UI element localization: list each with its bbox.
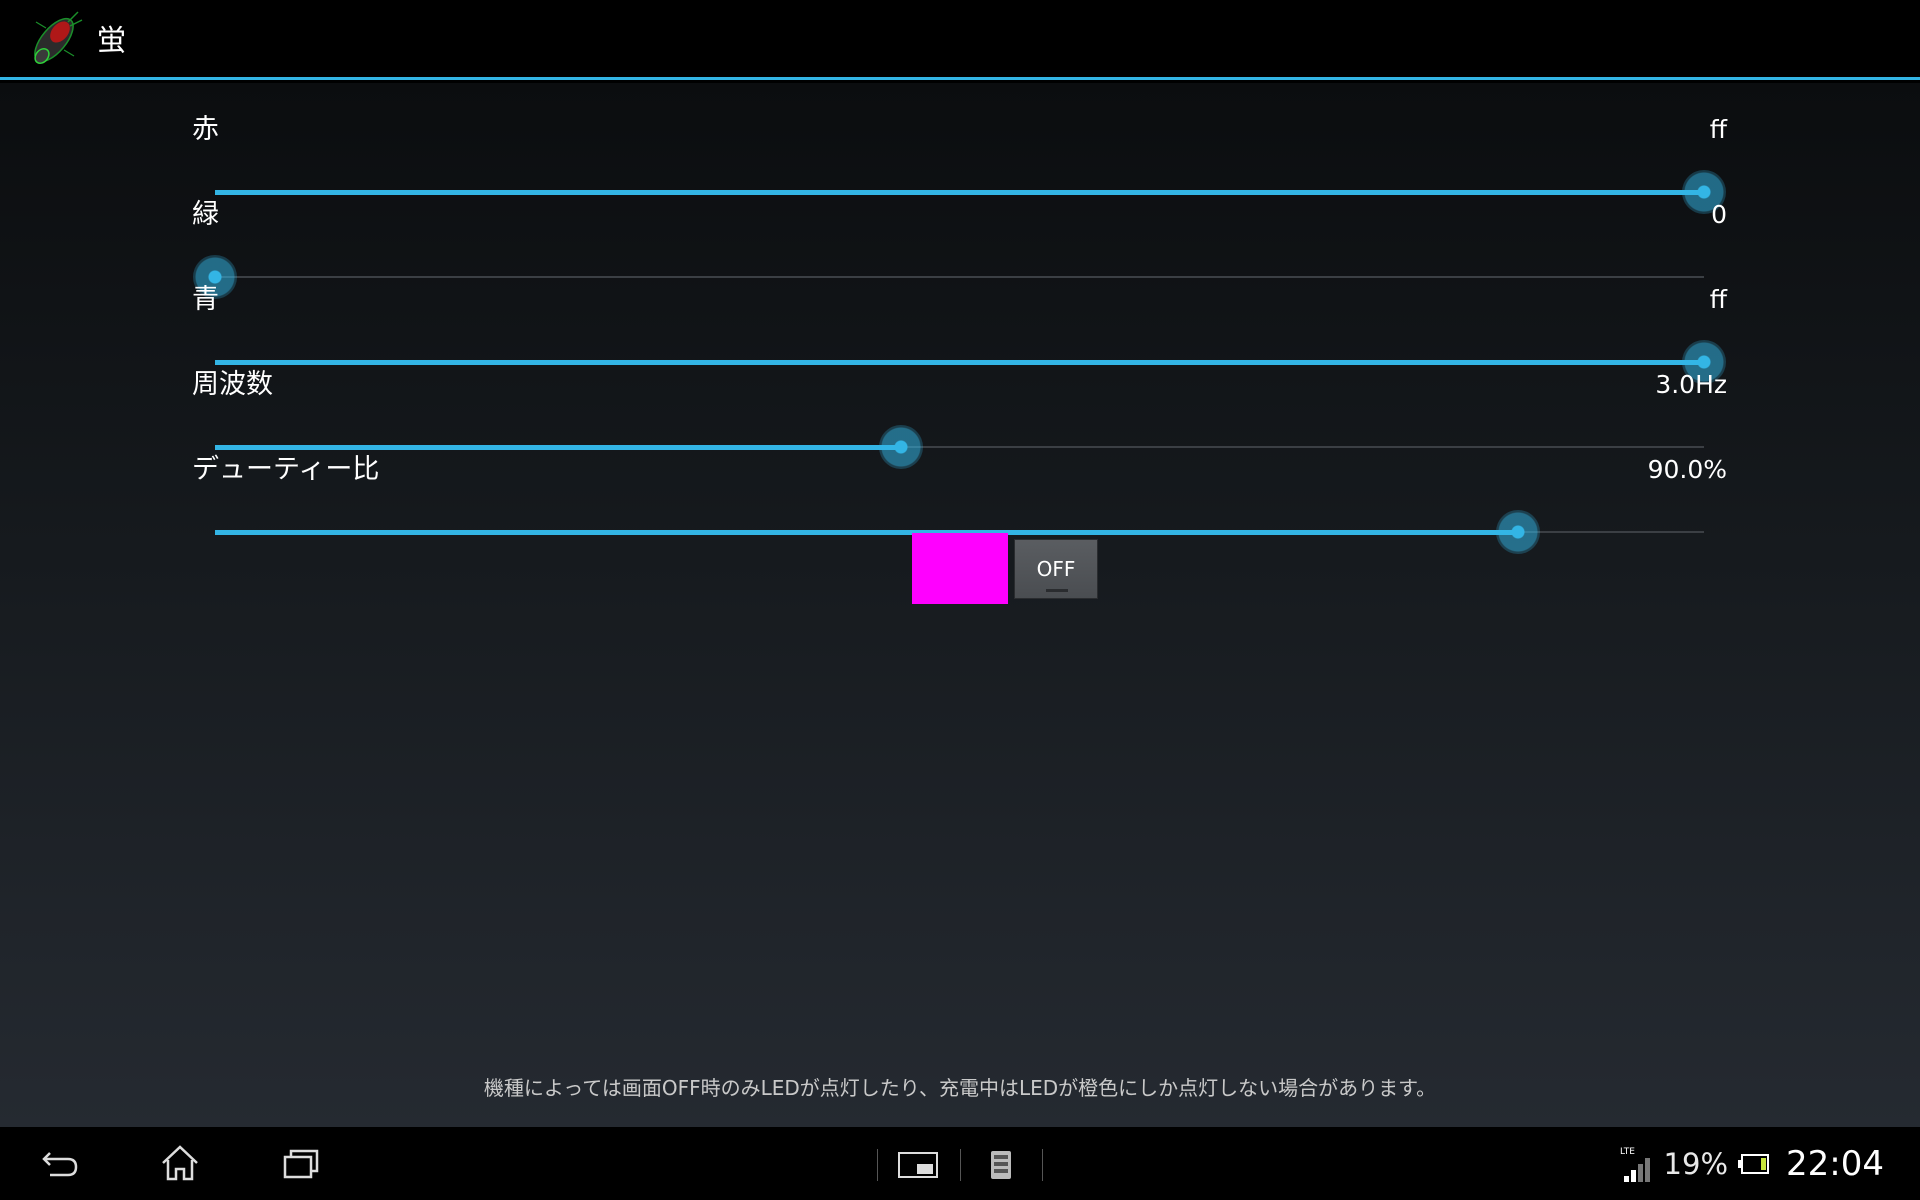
recent-apps-button[interactable] [275, 1139, 325, 1189]
nav-divider [1042, 1149, 1043, 1181]
red-value: ff [1709, 115, 1727, 144]
duty-cycle-label: デューティー比 [192, 454, 380, 485]
green-value: 0 [1711, 200, 1727, 229]
small-apps-icon [898, 1152, 938, 1178]
battery-icon [1738, 1153, 1770, 1174]
status-area[interactable]: LTE 19% 22:04 [1618, 1127, 1884, 1200]
screen: 蛍 赤 ff 緑 0 青 ff 周波数 3.0Hz デューティー比 90.0% … [0, 0, 1920, 1200]
nav-divider [877, 1149, 878, 1181]
red-label: 赤 [192, 114, 219, 145]
lte-signal-icon: LTE [1620, 1147, 1650, 1182]
duty-cycle-slider-row: デューティー比 90.0% [0, 450, 1920, 554]
clock: 22:04 [1786, 1143, 1884, 1184]
back-button[interactable] [36, 1139, 86, 1189]
led-toggle-button[interactable]: OFF [1014, 539, 1098, 599]
red-slider-row: 赤 ff [0, 110, 1920, 214]
toggle-indicator [1046, 589, 1068, 592]
blue-slider-row: 青 ff [0, 280, 1920, 384]
blue-value: ff [1709, 285, 1727, 314]
navigation-bar: LTE 19% 22:04 [0, 1127, 1920, 1200]
frequency-slider-fill [215, 444, 902, 450]
led-toggle-label: OFF [1036, 557, 1076, 581]
green-slider-row: 緑 0 [0, 195, 1920, 299]
color-preview-swatch [912, 533, 1008, 604]
app-title: 蛍 [97, 23, 127, 57]
duty-cycle-slider-fill [215, 529, 1518, 535]
battery-percent: 19% [1663, 1146, 1729, 1181]
action-bar: 蛍 [0, 0, 1920, 80]
home-button[interactable] [155, 1139, 205, 1189]
network-type-label: LTE [1620, 1147, 1635, 1157]
frequency-label: 周波数 [192, 369, 273, 400]
content-area: 赤 ff 緑 0 青 ff 周波数 3.0Hz デューティー比 90.0% OF… [0, 83, 1920, 1127]
back-icon [42, 1152, 78, 1177]
memory-chip-icon [991, 1151, 1011, 1179]
screenshot-button[interactable] [976, 1139, 1026, 1189]
blue-label: 青 [192, 284, 219, 315]
duty-cycle-slider-thumb[interactable] [1495, 510, 1540, 554]
recent-apps-icon [283, 1149, 319, 1179]
red-slider-fill [215, 189, 1704, 195]
frequency-slider-row: 周波数 3.0Hz [0, 365, 1920, 469]
duty-cycle-value: 90.0% [1647, 455, 1727, 484]
nav-divider [960, 1149, 961, 1181]
frequency-value: 3.0Hz [1655, 370, 1727, 399]
home-icon [162, 1145, 198, 1181]
blue-slider-fill [215, 359, 1704, 365]
firefly-app-icon[interactable] [18, 8, 84, 74]
green-label: 緑 [192, 199, 219, 230]
small-apps-button[interactable] [893, 1139, 943, 1189]
notice-text: 機種によっては画面OFF時のみLEDが点灯したり、充電中はLEDが橙色にしか点灯… [483, 1076, 1437, 1100]
green-slider-track [215, 276, 1704, 278]
